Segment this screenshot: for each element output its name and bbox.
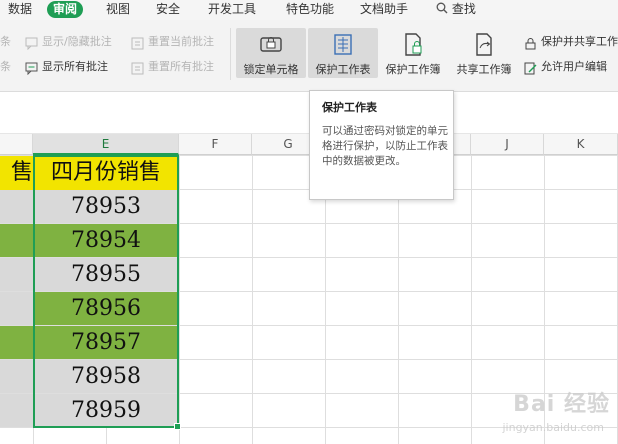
fill-handle[interactable] — [174, 423, 181, 430]
cell-d-partial[interactable] — [0, 224, 33, 257]
protect-workbook-button[interactable]: 保护工作簿 — [380, 28, 446, 78]
menu-bar: 数据 审阅 视图 安全 开发工具 特色功能 文档助手 查找 — [0, 0, 618, 20]
comment-toggle-icon — [25, 35, 38, 51]
show-hide-comment-button[interactable]: 显示/隐藏批注 — [42, 35, 112, 49]
cell-d-partial[interactable] — [0, 292, 33, 325]
header-cell-april-sales[interactable]: 四月份销售 — [34, 156, 178, 190]
menu-view[interactable]: 视图 — [106, 1, 130, 18]
search-icon — [436, 2, 448, 14]
watermark-logo: Bai 经验 — [513, 392, 610, 417]
ribbon-divider — [230, 28, 231, 80]
share-workbook-icon — [476, 33, 492, 56]
reset-current-comment-button[interactable]: 重置当前批注 — [148, 35, 214, 49]
allow-edit-icon — [524, 60, 537, 75]
cell-d-partial[interactable] — [0, 190, 33, 223]
tooltip-title: 保护工作表 — [322, 101, 377, 114]
value-cell[interactable]: 78953 — [34, 190, 178, 223]
protect-sheet-icon — [334, 34, 352, 55]
reset-all-comments-icon — [131, 60, 144, 75]
lock-cell-button[interactable]: 锁定单元格 — [236, 28, 306, 78]
ribbon-partial-left-2: 条 — [0, 60, 11, 73]
menu-data[interactable]: 数据 — [8, 1, 32, 18]
column-header-k[interactable]: K — [544, 134, 618, 155]
watermark-url: jingyan.baidu.com — [502, 421, 604, 434]
protect-sheet-label: 保护工作表 — [315, 63, 371, 76]
cell-d-partial[interactable] — [0, 394, 33, 427]
tooltip-protect-sheet: 保护工作表 可以通过密码对锁定的单元格进行保护，以防止工作表中的数据被更改。 — [309, 90, 454, 200]
cell-d-partial[interactable] — [0, 326, 33, 359]
value-cell[interactable]: 78954 — [34, 224, 178, 257]
menu-developer-tools[interactable]: 开发工具 — [208, 1, 256, 18]
allow-user-edit-button[interactable]: 允许用户编辑 — [541, 60, 607, 74]
share-workbook-button[interactable]: 共享工作簿 — [450, 28, 518, 78]
protect-sheet-button[interactable]: 保护工作表 — [308, 28, 378, 78]
protect-share-icon — [524, 35, 537, 50]
protect-workbook-icon — [405, 33, 422, 56]
menu-security[interactable]: 安全 — [156, 1, 180, 18]
column-header-f[interactable]: F — [179, 134, 252, 155]
menu-review[interactable]: 审阅 — [47, 1, 84, 18]
share-workbook-label: 共享工作簿 — [456, 63, 512, 76]
cell-d-partial[interactable] — [0, 258, 33, 291]
cell-d-partial[interactable] — [0, 360, 33, 393]
search-menu[interactable]: 查找 — [436, 1, 476, 18]
value-cell[interactable]: 78956 — [34, 292, 178, 325]
value-cell[interactable]: 78957 — [34, 326, 178, 359]
menu-special-features[interactable]: 特色功能 — [286, 1, 334, 18]
ribbon-partial-left-1: 条 — [0, 35, 11, 48]
show-all-comments-button[interactable]: 显示所有批注 — [42, 60, 108, 74]
lock-cell-icon — [260, 37, 282, 52]
ribbon-review: 条 显示/隐藏批注 重置当前批注 条 显示所有批注 重置所有批注 锁定单元格 保… — [0, 20, 618, 92]
lock-cell-label: 锁定单元格 — [243, 63, 299, 76]
value-cell[interactable]: 78958 — [34, 360, 178, 393]
value-cell[interactable]: 78959 — [34, 394, 178, 427]
column-header-e[interactable]: E — [33, 134, 179, 155]
menu-doc-assistant[interactable]: 文档助手 — [360, 1, 408, 18]
column-header-partial[interactable] — [0, 134, 33, 155]
protect-workbook-label: 保护工作簿 — [385, 63, 441, 76]
protect-and-share-button[interactable]: 保护并共享工作 — [541, 35, 618, 49]
column-header-j[interactable]: J — [471, 134, 544, 155]
tooltip-body: 可以通过密码对锁定的单元格进行保护，以防止工作表中的数据被更改。 — [322, 125, 448, 167]
search-label: 查找 — [451, 2, 476, 16]
reset-all-comments-button[interactable]: 重置所有批注 — [148, 60, 214, 74]
reset-comment-icon — [131, 35, 144, 50]
show-all-comments-icon — [25, 60, 38, 76]
value-cell[interactable]: 78955 — [34, 258, 178, 291]
header-cell-partial[interactable]: 售 — [0, 156, 33, 190]
